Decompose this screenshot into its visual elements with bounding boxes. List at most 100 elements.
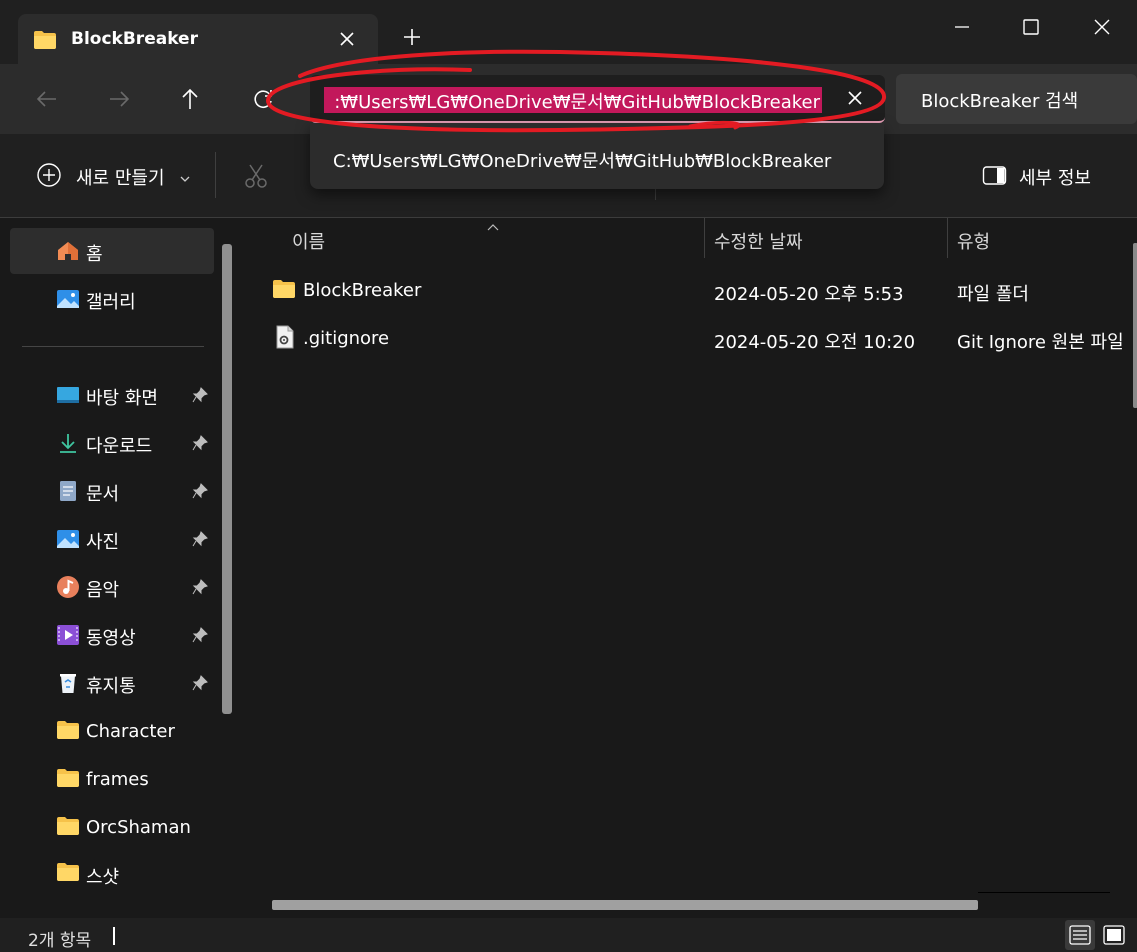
status-divider — [113, 927, 115, 945]
item-count: 2개 항목 — [28, 931, 92, 951]
status-bar: 2개 항목 — [0, 918, 1137, 952]
desktop-icon — [56, 383, 80, 407]
file-modified: 2024-05-20 오전 10:20 — [714, 332, 916, 353]
sidebar-item-downloads[interactable]: 다운로드 — [10, 420, 214, 466]
back-button[interactable] — [32, 84, 62, 114]
address-suggestions: C:₩Users₩LG₩OneDrive₩문서₩GitHub₩BlockBrea… — [310, 123, 884, 189]
column-header-type[interactable]: 유형 — [957, 228, 990, 254]
file-list-scrollbar[interactable] — [1133, 243, 1137, 408]
file-row-gitignore[interactable]: .gitignore 2024-05-20 오전 10:20 Git Ignor… — [264, 317, 1137, 361]
details-view-button[interactable] — [1065, 920, 1095, 950]
up-button[interactable] — [175, 84, 205, 114]
details-label: 세부 정보 — [1019, 168, 1091, 189]
file-modified: 2024-05-20 오후 5:53 — [714, 284, 904, 305]
cut-icon[interactable] — [243, 162, 269, 190]
file-name: BlockBreaker — [303, 280, 422, 301]
sidebar-item-label: frames — [86, 769, 149, 790]
sidebar-item-documents[interactable]: 문서 — [10, 468, 214, 514]
column-divider[interactable] — [947, 218, 948, 258]
sidebar-item-label: Character — [86, 721, 175, 742]
sidebar-item-label: 다운로드 — [86, 436, 153, 457]
documents-icon — [56, 479, 80, 503]
sidebar-divider — [22, 346, 204, 347]
recycle-bin-icon — [56, 671, 80, 695]
address-input[interactable]: :₩Users₩LG₩OneDrive₩문서₩GitHub₩BlockBreak… — [334, 88, 820, 113]
file-type: 파일 폴더 — [957, 284, 1029, 305]
folder-icon — [272, 279, 296, 304]
download-icon — [56, 431, 80, 455]
folder-icon — [56, 768, 80, 792]
sidebar-item-label: OrcShaman — [86, 817, 191, 838]
sidebar-item-desktop[interactable]: 바탕 화면 — [10, 372, 214, 418]
sidebar-item-frames[interactable]: frames — [10, 757, 214, 803]
pin-icon[interactable] — [192, 387, 208, 403]
navigation-pane: 홈 갤러리 바탕 화면 다운로드 문서 사진 음악 동영상 휴지통 Charac… — [0, 218, 244, 918]
column-divider[interactable] — [704, 218, 705, 258]
pin-icon[interactable] — [192, 435, 208, 451]
clear-address-icon[interactable] — [844, 87, 866, 109]
sidebar-item-label: 홈 — [86, 244, 103, 265]
folder-icon — [56, 816, 80, 840]
home-icon — [56, 239, 80, 263]
folder-icon — [33, 30, 57, 55]
add-circle-icon — [36, 162, 62, 193]
details-button[interactable]: 세부 정보 — [982, 162, 1112, 192]
sidebar-scrollbar[interactable] — [222, 244, 232, 714]
maximize-button[interactable] — [1016, 12, 1046, 42]
sidebar-item-music[interactable]: 음악 — [10, 564, 214, 610]
pictures-icon — [56, 527, 80, 551]
tab-close-icon[interactable] — [336, 28, 358, 50]
sidebar-item-character[interactable]: Character — [10, 709, 214, 755]
column-header-modified[interactable]: 수정한 날짜 — [714, 228, 803, 254]
forward-button[interactable] — [104, 84, 134, 114]
pin-icon[interactable] — [192, 483, 208, 499]
new-tab-button[interactable] — [400, 25, 424, 49]
sidebar-item-label: 스샷 — [86, 867, 120, 888]
minimize-button[interactable] — [947, 12, 977, 42]
title-bar: BlockBreaker — [0, 0, 1137, 66]
command-divider — [215, 152, 216, 198]
sidebar-item-screenshots[interactable]: 스샷 — [10, 851, 214, 897]
new-button-label: 새로 만들기 — [76, 168, 165, 189]
sidebar-item-gallery[interactable]: 갤러리 — [10, 276, 214, 322]
horizontal-scrollbar[interactable] — [272, 900, 978, 910]
sidebar-item-label: 음악 — [86, 580, 120, 601]
refresh-button[interactable] — [248, 84, 278, 114]
scrollbar-edge — [978, 892, 1110, 893]
sidebar-item-label: 휴지통 — [86, 676, 136, 697]
search-box[interactable]: BlockBreaker 검색 — [896, 74, 1137, 124]
address-selection: :₩Users₩LG₩OneDrive₩문서₩GitHub₩BlockBreak… — [324, 87, 822, 113]
pin-icon[interactable] — [192, 531, 208, 547]
sidebar-item-home[interactable]: 홈 — [10, 228, 214, 274]
pin-icon[interactable] — [192, 627, 208, 643]
column-header-name[interactable]: 이름 — [292, 228, 325, 254]
file-list: 이름 수정한 날짜 유형 BlockBreaker 2024-05-20 오후 … — [244, 218, 1137, 918]
file-type: Git Ignore 원본 파일 — [957, 332, 1124, 353]
file-row-blockbreaker[interactable]: BlockBreaker 2024-05-20 오후 5:53 파일 폴더 — [264, 269, 1137, 313]
tab-blockbreaker[interactable]: BlockBreaker — [18, 14, 378, 66]
sidebar-item-label: 동영상 — [86, 628, 136, 649]
sidebar-item-pictures[interactable]: 사진 — [10, 516, 214, 562]
pin-icon[interactable] — [192, 579, 208, 595]
details-pane-icon — [982, 165, 1008, 192]
sidebar-item-label: 갤러리 — [86, 292, 136, 313]
pin-icon[interactable] — [192, 675, 208, 691]
sidebar-item-orcshaman[interactable]: OrcShaman — [10, 805, 214, 851]
sidebar-item-label: 바탕 화면 — [86, 388, 158, 409]
file-name: .gitignore — [303, 328, 390, 349]
sort-up-icon — [486, 218, 500, 238]
sidebar-item-label: 사진 — [86, 532, 120, 553]
address-suggestion-item[interactable]: C:₩Users₩LG₩OneDrive₩문서₩GitHub₩BlockBrea… — [333, 147, 831, 173]
tab-title: BlockBreaker — [71, 29, 198, 49]
chevron-down-icon — [179, 170, 191, 190]
gallery-icon — [56, 287, 80, 311]
address-bar[interactable]: :₩Users₩LG₩OneDrive₩문서₩GitHub₩BlockBreak… — [310, 75, 885, 123]
music-icon — [56, 575, 80, 599]
sidebar-item-videos[interactable]: 동영상 — [10, 612, 214, 658]
sidebar-item-recycle-bin[interactable]: 휴지통 — [10, 660, 214, 706]
tiles-view-button[interactable] — [1099, 920, 1129, 950]
search-input[interactable]: BlockBreaker 검색 — [921, 87, 1078, 113]
close-window-button[interactable] — [1087, 12, 1117, 42]
videos-icon — [56, 623, 80, 647]
folder-icon — [56, 862, 80, 886]
